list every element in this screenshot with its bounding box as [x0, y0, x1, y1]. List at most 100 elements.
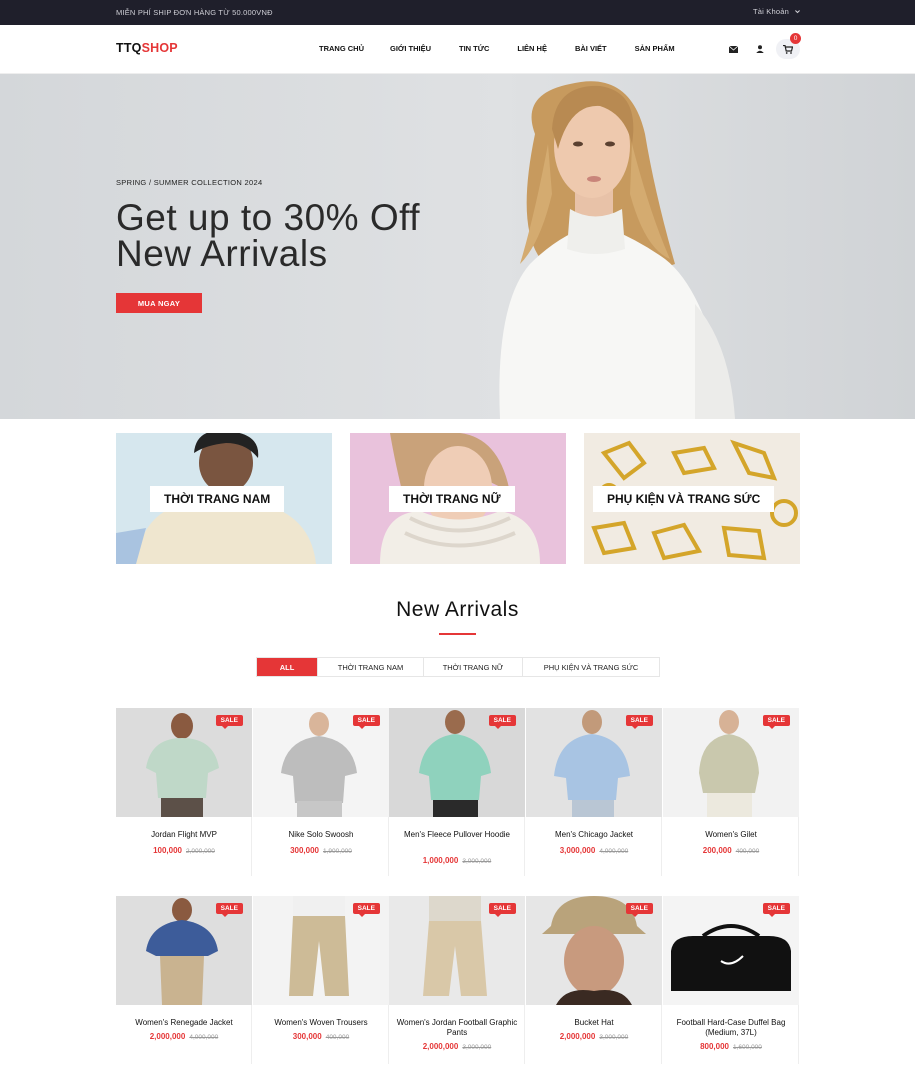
product-image: SALE	[389, 708, 525, 817]
product-prices: 2,000,000 3,000,000	[389, 1042, 525, 1051]
product-name: Women's Gilet	[705, 830, 757, 839]
product-card[interactable]: SALE Jordan Flight MVP 100,000 2,000,000	[116, 708, 252, 876]
product-price: 2,000,000	[559, 1032, 596, 1041]
product-card[interactable]: SALE Nike Solo Swoosh 300,000 1,900,000	[253, 708, 389, 876]
product-image: SALE	[389, 896, 525, 1005]
product-name: Jordan Flight MVP	[151, 830, 217, 839]
nav-contact[interactable]: LIÊN HỆ	[517, 44, 547, 53]
logo[interactable]: TTQSHOP	[116, 41, 178, 55]
sale-badge: SALE	[762, 715, 790, 729]
product-prices: 2,000,000 4,000,000	[116, 1032, 252, 1041]
top-bar: MIỄN PHÍ SHIP ĐƠN HÀNG TỪ 50.000VNĐ Tài …	[0, 0, 915, 25]
product-name: Football Hard-Case Duffel Bag (Medium, 3…	[676, 1018, 786, 1037]
product-image: SALE	[116, 708, 252, 817]
product-old-price: 4,000,000	[189, 1034, 219, 1041]
product-card[interactable]: SALE Women's Gilet 200,000 400,000	[663, 708, 799, 876]
product-name: Nike Solo Swoosh	[288, 830, 354, 839]
category-men-label: THỜI TRANG NAM	[150, 486, 285, 512]
hero-title-line1: Get up to 30% Off	[116, 197, 420, 238]
nav-home[interactable]: TRANG CHỦ	[319, 44, 364, 53]
category-accessories-label: PHỤ KIỆN VÀ TRANG SỨC	[593, 486, 775, 512]
product-old-price: 1,600,000	[733, 1044, 762, 1051]
title-underline	[439, 633, 476, 635]
sale-badge: SALE	[352, 715, 380, 729]
product-prices: 2,000,000 3,000,000	[526, 1032, 662, 1041]
nav-products[interactable]: SẢN PHẨM	[635, 44, 675, 53]
hero-subtitle: SPRING / SUMMER COLLECTION 2024	[116, 178, 263, 187]
hero-title-line2: New Arrivals	[116, 233, 328, 274]
nav-blog[interactable]: BÀI VIẾT	[575, 44, 607, 53]
main-nav: TRANG CHỦ GIỚI THIỆU TIN TỨC LIÊN HỆ BÀI…	[300, 44, 675, 53]
mail-icon[interactable]	[727, 43, 739, 55]
product-card[interactable]: SALE Women's Woven Trousers 300,000 400,0…	[253, 896, 389, 1064]
product-image: SALE	[526, 896, 662, 1005]
product-prices: 100,000 2,000,000	[116, 846, 252, 855]
sale-badge: SALE	[488, 715, 516, 729]
product-card[interactable]: SALE Men's Chicago Jacket 3,000,000 4,000…	[526, 708, 662, 876]
logo-text-red: SHOP	[141, 41, 178, 55]
product-prices: 300,000 400,000	[253, 1032, 389, 1041]
filter-men[interactable]: THỜI TRANG NAM	[318, 658, 424, 676]
user-icon[interactable]	[754, 43, 766, 55]
category-men[interactable]: THỜI TRANG NAM	[116, 433, 332, 564]
cart-button[interactable]: 0	[776, 33, 801, 59]
product-card[interactable]: SALE Men's Fleece Pullover Hoodie 1,000,…	[389, 708, 525, 876]
filter-all[interactable]: ALL	[257, 658, 318, 676]
product-prices: 3,000,000 4,000,000	[526, 846, 662, 855]
site-header: TTQSHOP TRANG CHỦ GIỚI THIỆU TIN TỨC LIÊ…	[0, 25, 915, 74]
product-image: SALE	[253, 708, 389, 817]
shipping-note: MIỄN PHÍ SHIP ĐƠN HÀNG TỪ 50.000VNĐ	[116, 8, 273, 17]
product-price: 300,000	[290, 846, 319, 855]
sale-badge: SALE	[488, 903, 516, 917]
product-old-price: 400,000	[325, 1034, 350, 1041]
product-card[interactable]: SALE Bucket Hat 2,000,000 3,000,000	[526, 896, 662, 1064]
category-women-label: THỜI TRANG NỮ	[389, 486, 515, 512]
shop-now-button[interactable]: MUA NGAY	[116, 293, 202, 313]
account-dropdown[interactable]: Tài Khoản	[753, 7, 801, 16]
product-old-price: 3,000,000	[599, 1034, 629, 1041]
product-image: SALE	[116, 896, 252, 1005]
cart-icon	[783, 44, 793, 54]
product-old-price: 2,000,000	[186, 848, 215, 855]
product-filters: ALL THỜI TRANG NAM THỜI TRANG NỮ PHỤ KIỆ…	[256, 657, 660, 677]
product-name: Men's Fleece Pullover Hoodie	[403, 830, 511, 839]
product-price: 3,000,000	[559, 846, 596, 855]
category-accessories[interactable]: PHỤ KIỆN VÀ TRANG SỨC	[584, 433, 800, 564]
product-price: 800,000	[700, 1042, 729, 1051]
product-name: Women's Jordan Football Graphic Pants	[396, 1018, 518, 1037]
sale-badge: SALE	[625, 903, 653, 917]
product-price: 300,000	[292, 1032, 322, 1041]
product-price: 2,000,000	[149, 1032, 186, 1041]
product-price: 1,000,000	[422, 856, 459, 865]
product-card[interactable]: SALE Football Hard-Case Duffel Bag (Medi…	[663, 896, 799, 1064]
filter-women[interactable]: THỜI TRANG NỮ	[424, 658, 523, 676]
product-price: 100,000	[153, 846, 182, 855]
chevron-down-icon	[795, 10, 800, 14]
product-name: Bucket Hat	[574, 1018, 614, 1027]
sale-badge: SALE	[215, 715, 243, 729]
product-card[interactable]: SALE Women's Renegade Jacket 2,000,000 4,…	[116, 896, 252, 1064]
logo-text-dark: TTQ	[116, 41, 142, 55]
product-image: SALE	[253, 896, 389, 1005]
product-old-price: 4,000,000	[599, 848, 629, 855]
cart-count-badge: 0	[790, 33, 801, 44]
product-card[interactable]: SALE Women's Jordan Football Graphic Pan…	[389, 896, 525, 1064]
filter-accessories[interactable]: PHỤ KIỆN VÀ TRANG SỨC	[523, 658, 659, 676]
hero-title: Get up to 30% Off New Arrivals	[116, 197, 536, 274]
product-old-price: 400,000	[735, 848, 760, 855]
product-price: 200,000	[702, 846, 732, 855]
new-arrivals-title: New Arrivals	[396, 598, 519, 621]
product-prices: 200,000 400,000	[663, 846, 799, 855]
header-icons: 0	[727, 33, 801, 59]
product-image: SALE	[663, 896, 799, 1005]
sale-badge: SALE	[352, 903, 380, 917]
product-image: SALE	[663, 708, 799, 817]
category-women[interactable]: THỜI TRANG NỮ	[350, 433, 566, 564]
product-prices: 300,000 1,900,000	[253, 846, 389, 855]
nav-news[interactable]: TIN TỨC	[459, 44, 489, 53]
product-old-price: 3,000,000	[462, 1044, 492, 1051]
sale-badge: SALE	[762, 903, 790, 917]
sale-badge: SALE	[625, 715, 653, 729]
product-name: Women's Woven Trousers	[274, 1018, 368, 1027]
nav-about[interactable]: GIỚI THIỆU	[390, 44, 431, 53]
